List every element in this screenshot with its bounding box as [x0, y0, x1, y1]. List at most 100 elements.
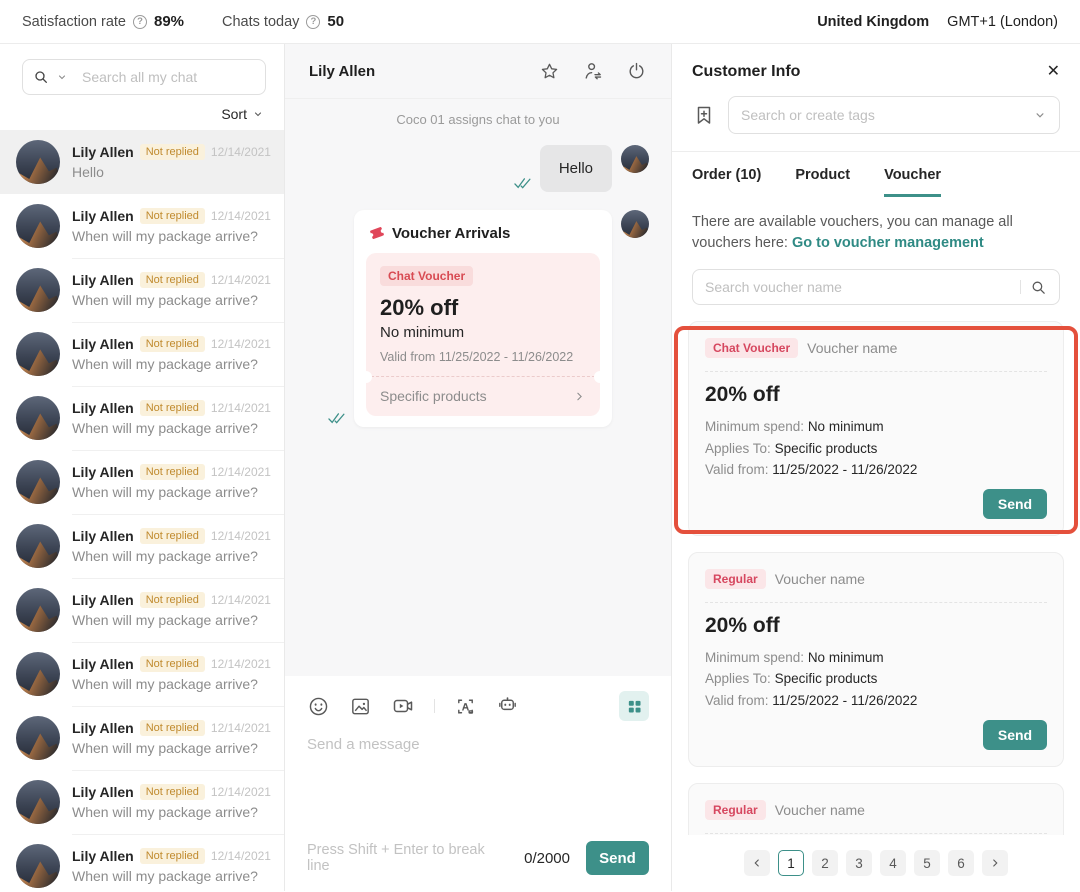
chat-list-item[interactable]: Lily Allen Not replied 12/14/2021 When w…	[0, 386, 284, 450]
chat-item-date: 12/14/2021	[211, 273, 271, 287]
send-message-button[interactable]: Send	[586, 841, 649, 875]
tag-search-box[interactable]	[728, 96, 1060, 134]
page-number-button[interactable]: 3	[846, 850, 872, 876]
quick-phrase-grid-icon[interactable]	[619, 691, 649, 721]
chat-search-box[interactable]	[22, 59, 266, 95]
voucher-search-box[interactable]	[692, 269, 1060, 305]
chat-item-date: 12/14/2021	[211, 721, 271, 735]
info-tab[interactable]: Order (10)	[692, 167, 761, 197]
page-number-button[interactable]: 2	[812, 850, 838, 876]
chat-item-date: 12/14/2021	[211, 401, 271, 415]
chat-item-date: 12/14/2021	[211, 849, 271, 863]
chat-item-status-badge: Not replied	[140, 272, 205, 288]
chat-list-item[interactable]: Lily Allen Not replied 12/14/2021 When w…	[0, 258, 284, 322]
translate-icon[interactable]	[454, 695, 477, 718]
close-icon[interactable]	[1047, 64, 1060, 80]
divider	[705, 833, 1047, 834]
info-tabs: Order (10) Product Voucher	[672, 152, 1080, 197]
chat-list-item[interactable]: Lily Allen Not replied 12/14/2021 When w…	[0, 578, 284, 642]
ticket-divider	[366, 376, 600, 377]
satisfaction-value: 89%	[154, 13, 184, 30]
info-tab[interactable]: Voucher	[884, 167, 941, 197]
page-number-button[interactable]: 1	[778, 850, 804, 876]
page-number-button[interactable]: 6	[948, 850, 974, 876]
info-tab[interactable]: Product	[795, 167, 850, 197]
chat-item-status-badge: Not replied	[140, 656, 205, 672]
send-voucher-button[interactable]: Send	[983, 489, 1047, 519]
chat-item-name: Lily Allen	[72, 720, 134, 736]
avatar	[16, 396, 60, 440]
voucher-name: Voucher name	[807, 340, 897, 356]
end-chat-icon[interactable]	[626, 61, 647, 82]
chat-list-item[interactable]: Lily Allen Not replied 12/14/2021 When w…	[0, 322, 284, 386]
prev-page-button[interactable]	[744, 850, 770, 876]
help-icon[interactable]	[133, 15, 147, 29]
chevron-down-icon[interactable]	[56, 71, 68, 83]
chat-item-status-badge: Not replied	[140, 336, 205, 352]
chat-list-item[interactable]: Lily Allen Not replied 12/14/2021 When w…	[0, 514, 284, 578]
message-row: Voucher Arrivals Chat Voucher 20% off No…	[307, 210, 649, 427]
chat-item-date: 12/14/2021	[211, 465, 271, 479]
chat-item-preview: When will my package arrive?	[72, 740, 268, 756]
char-counter: 0/2000	[524, 850, 570, 867]
chatbot-icon[interactable]	[496, 695, 519, 718]
chat-list-item[interactable]: Lily Allen Not replied 12/14/2021 When w…	[0, 770, 284, 834]
chat-search-input[interactable]	[82, 69, 263, 85]
search-icon	[33, 69, 49, 85]
voucher-name: Voucher name	[775, 802, 865, 818]
chat-item-status-badge: Not replied	[140, 784, 205, 800]
voucher-type-badge: Chat Voucher	[380, 266, 473, 286]
voucher-message-card: Voucher Arrivals Chat Voucher 20% off No…	[354, 210, 612, 427]
page-number-button[interactable]: 4	[880, 850, 906, 876]
voucher-search-input[interactable]	[705, 279, 1011, 295]
chevron-down-icon[interactable]	[1033, 108, 1047, 122]
chat-list-item[interactable]: Lily Allen Not replied 12/14/2021 When w…	[0, 450, 284, 514]
help-icon[interactable]	[306, 15, 320, 29]
customer-info-panel: Customer Info Order (10)ProductVoucher T…	[672, 44, 1080, 891]
chat-item-preview: When will my package arrive?	[72, 292, 268, 308]
chat-list-item[interactable]: Lily Allen Not replied 12/14/2021 When w…	[0, 642, 284, 706]
transfer-chat-icon[interactable]	[582, 60, 604, 82]
image-icon[interactable]	[349, 695, 372, 718]
next-page-button[interactable]	[982, 850, 1008, 876]
avatar	[16, 588, 60, 632]
chat-item-name: Lily Allen	[72, 272, 134, 288]
voucher-discount: 20% off	[705, 383, 1047, 407]
emoji-icon[interactable]	[307, 695, 330, 718]
chat-item-date: 12/14/2021	[211, 593, 271, 607]
specific-products-link[interactable]: Specific products	[366, 377, 600, 416]
chevron-down-icon	[252, 108, 264, 120]
sort-dropdown[interactable]: Sort	[0, 95, 284, 130]
star-icon[interactable]	[539, 61, 560, 82]
top-bar: Satisfaction rate 89% Chats today 50 Uni…	[0, 0, 1080, 44]
chat-item-status-badge: Not replied	[140, 144, 205, 160]
chat-item-name: Lily Allen	[72, 464, 134, 480]
chat-list-item[interactable]: Lily Allen Not replied 12/14/2021 When w…	[0, 194, 284, 258]
chat-item-name: Lily Allen	[72, 656, 134, 672]
page-number-button[interactable]: 5	[914, 850, 940, 876]
double-check-icon	[328, 412, 345, 425]
message-input[interactable]	[307, 736, 649, 753]
video-icon[interactable]	[391, 694, 415, 718]
chat-list-item[interactable]: Lily Allen Not replied 12/14/2021 When w…	[0, 834, 284, 891]
tag-bookmark-plus-icon[interactable]	[692, 103, 716, 127]
voucher-detail-row: Minimum spend: No minimum	[705, 416, 1047, 438]
chat-item-status-badge: Not replied	[140, 528, 205, 544]
message-area: Coco 01 assigns chat to you Hello	[285, 99, 671, 676]
voucher-card: Regular Voucher name 20% off Minimum spe…	[688, 552, 1064, 767]
chat-item-preview: When will my package arrive?	[72, 484, 268, 500]
chat-list-item[interactable]: Lily Allen Not replied 12/14/2021 Hello	[0, 130, 284, 194]
tag-search-input[interactable]	[741, 107, 1025, 123]
chat-item-preview: When will my package arrive?	[72, 804, 268, 820]
chats-today-label: Chats today	[222, 14, 299, 30]
avatar	[16, 460, 60, 504]
voucher-management-link[interactable]: Go to voucher management	[792, 235, 984, 251]
send-voucher-button[interactable]: Send	[983, 720, 1047, 750]
chat-item-name: Lily Allen	[72, 592, 134, 608]
chat-item-status-badge: Not replied	[140, 720, 205, 736]
chat-item-status-badge: Not replied	[140, 208, 205, 224]
search-icon[interactable]	[1030, 279, 1047, 296]
voucher-type-badge: Regular	[705, 800, 766, 820]
ticket-icon	[368, 224, 386, 242]
chat-list-item[interactable]: Lily Allen Not replied 12/14/2021 When w…	[0, 706, 284, 770]
